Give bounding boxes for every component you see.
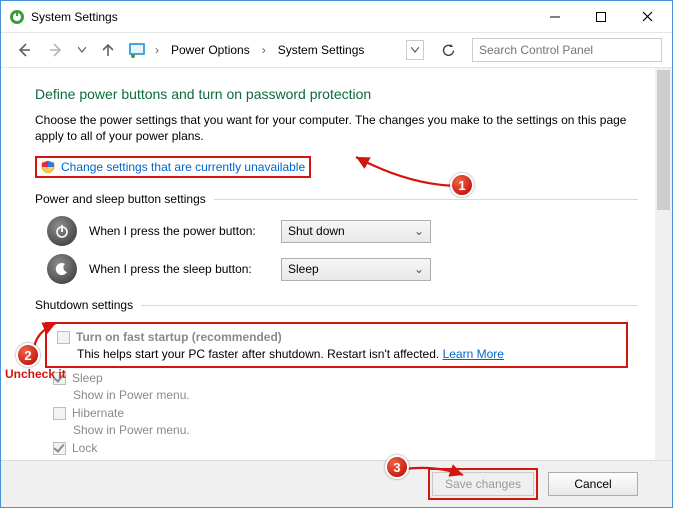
hibernate-option-label: Hibernate (72, 406, 124, 420)
section-label: Power and sleep button settings (35, 192, 206, 206)
power-options-icon (9, 9, 25, 25)
title-bar: System Settings (1, 1, 672, 32)
annotation-arrow-3 (401, 461, 471, 491)
forward-button[interactable] (43, 37, 69, 63)
breadcrumb-sep-icon: › (153, 43, 161, 57)
toolbar: › Power Options › System Settings (1, 32, 672, 68)
control-panel-icon (127, 40, 147, 60)
lock-option-label: Lock (72, 441, 97, 455)
sleep-button-label: When I press the sleep button: (89, 262, 269, 276)
fast-startup-box: Turn on fast startup (recommended) This … (45, 322, 628, 368)
uac-shield-icon (41, 160, 55, 174)
back-button[interactable] (11, 37, 37, 63)
up-button[interactable] (95, 37, 121, 63)
sleep-button-row: When I press the sleep button: Sleep ⌄ (47, 254, 638, 284)
chevron-down-icon: ⌄ (414, 224, 424, 238)
maximize-button[interactable] (578, 1, 624, 32)
recent-locations-button[interactable] (75, 37, 89, 63)
search-input[interactable] (472, 38, 662, 62)
change-settings-link-row: Change settings that are currently unava… (35, 156, 311, 178)
power-button-value: Shut down (288, 224, 345, 238)
page-description: Choose the power settings that you want … (35, 112, 638, 144)
sleep-option-label: Sleep (72, 371, 103, 385)
fast-startup-label: Turn on fast startup (recommended) (76, 330, 282, 344)
footer: Save changes Cancel (1, 460, 672, 507)
annotation-3: 3 (385, 455, 409, 479)
breadcrumb-system-settings[interactable]: System Settings (274, 41, 369, 59)
refresh-button[interactable] (436, 38, 460, 62)
section-shutdown: Shutdown settings (35, 298, 638, 312)
power-button-icon (47, 216, 77, 246)
lock-checkbox[interactable] (53, 442, 66, 455)
chevron-down-icon: ⌄ (414, 262, 424, 276)
close-button[interactable] (624, 1, 670, 32)
learn-more-link[interactable]: Learn More (443, 347, 504, 361)
change-settings-link[interactable]: Change settings that are currently unava… (61, 160, 305, 174)
divider (214, 199, 638, 200)
power-button-select[interactable]: Shut down ⌄ (281, 220, 431, 243)
power-button-label: When I press the power button: (89, 224, 269, 238)
power-button-row: When I press the power button: Shut down… (47, 216, 638, 246)
sleep-button-icon (47, 254, 77, 284)
breadcrumb-dropdown[interactable] (406, 40, 424, 60)
hibernate-checkbox[interactable] (53, 407, 66, 420)
section-power-buttons: Power and sleep button settings (35, 192, 638, 206)
divider (141, 305, 638, 306)
sleep-option-sub: Show in Power menu. (73, 388, 638, 402)
page-heading: Define power buttons and turn on passwor… (35, 86, 638, 102)
sleep-button-value: Sleep (288, 262, 319, 276)
annotation-uncheck-text: Uncheck it (5, 367, 66, 381)
breadcrumb-power-options[interactable]: Power Options (167, 41, 254, 59)
minimize-button[interactable] (532, 1, 578, 32)
section-label: Shutdown settings (35, 298, 133, 312)
content-area: Define power buttons and turn on passwor… (1, 68, 672, 460)
hibernate-option-sub: Show in Power menu. (73, 423, 638, 437)
annotation-1: 1 (450, 173, 474, 197)
scrollbar-thumb[interactable] (657, 70, 670, 210)
cancel-button[interactable]: Cancel (548, 472, 638, 496)
breadcrumb-sep-icon: › (260, 43, 268, 57)
fast-startup-help: This helps start your PC faster after sh… (77, 347, 443, 361)
sleep-button-select[interactable]: Sleep ⌄ (281, 258, 431, 281)
window-title: System Settings (31, 10, 532, 24)
annotation-2: 2 (16, 343, 40, 367)
vertical-scrollbar[interactable] (655, 68, 672, 460)
